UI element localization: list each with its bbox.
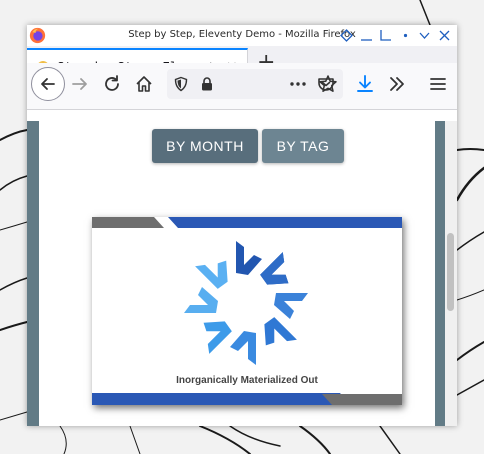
dot-icon[interactable]: [399, 29, 412, 42]
minimize-icon[interactable]: [360, 29, 373, 42]
page-content: BY MONTH BY TAG Inorganically Materializ…: [39, 121, 435, 426]
banner-image: Inorganically Materialized Out: [92, 217, 402, 405]
browser-window: Step by Step, Eleventy Demo - Mozilla Fi…: [27, 25, 457, 426]
reload-icon[interactable]: [101, 73, 123, 95]
window-title: Step by Step, Eleventy Demo - Mozilla Fi…: [128, 29, 356, 40]
forward-icon[interactable]: [69, 73, 91, 95]
download-icon[interactable]: [354, 73, 376, 95]
bookmark-star-icon[interactable]: [317, 73, 339, 95]
banner-caption: Inorganically Materialized Out: [176, 375, 318, 386]
restore-icon[interactable]: [340, 29, 353, 42]
title-bar: Step by Step, Eleventy Demo - Mozilla Fi…: [27, 25, 457, 46]
shield-icon[interactable]: [173, 76, 189, 92]
logo-icon: [184, 241, 308, 365]
page-viewport: BY MONTH BY TAG Inorganically Materializ…: [27, 121, 457, 426]
scrollbar-thumb[interactable]: [447, 233, 454, 311]
lock-icon[interactable]: [199, 76, 215, 92]
menu-icon[interactable]: [427, 73, 449, 95]
by-month-button[interactable]: BY MONTH: [152, 129, 258, 163]
home-icon[interactable]: [133, 73, 155, 95]
close-icon[interactable]: [438, 29, 451, 42]
chevron-down-icon[interactable]: [418, 29, 431, 42]
more-icon[interactable]: [289, 76, 307, 92]
by-tag-button[interactable]: BY TAG: [262, 129, 344, 163]
maximize-icon[interactable]: [379, 29, 392, 42]
overflow-icon[interactable]: [386, 73, 408, 95]
back-button[interactable]: [31, 67, 65, 101]
back-icon: [41, 78, 55, 90]
navigation-toolbar: [27, 63, 457, 110]
